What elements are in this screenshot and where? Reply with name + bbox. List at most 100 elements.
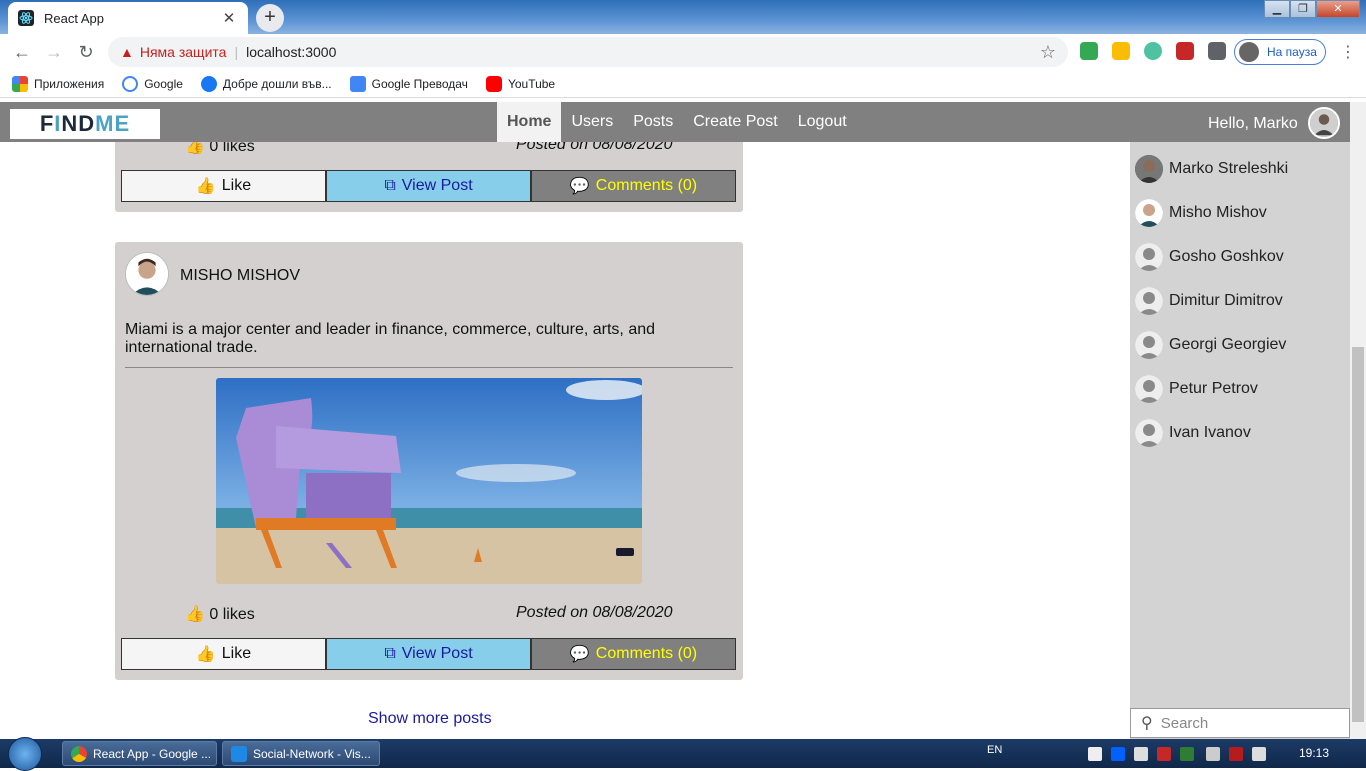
bookmark-facebook[interactable]: Добре дошли във... [200,75,332,92]
bookmark-star-icon[interactable]: ☆ [1040,42,1056,63]
user-avatar[interactable] [1308,107,1340,139]
findme-logo[interactable]: F I ND ME [10,109,160,139]
user-avatar [1135,199,1163,227]
language-indicator[interactable]: EN [987,744,1002,756]
browser-titlebar: React App ✕ + ▁ ❐ ✕ [0,0,1366,34]
taskbar-vscode[interactable]: Social-Network - Vis... [222,741,380,766]
default-avatar-icon [1135,375,1163,403]
minimize-button[interactable]: ▁ [1264,0,1290,18]
extension-calendar-icon[interactable] [1112,42,1130,60]
comments-button[interactable]: 💬 Comments (0) [531,170,736,202]
nav-create-post[interactable]: Create Post [683,102,787,142]
thumbs-up-icon: 👍 [195,646,216,663]
url-text[interactable]: localhost:3000 [246,44,336,60]
scrollbar-thumb[interactable] [1352,347,1364,722]
view-post-button[interactable]: ⧉ View Post [326,170,531,202]
sidebar-user-ivan-ivanov[interactable]: Ivan Ivanov [1135,415,1345,451]
close-icon[interactable]: ✕ [220,9,238,27]
sidebar-user-dimitur-dimitrov[interactable]: Dimitur Dimitrov [1135,283,1345,319]
volume-icon[interactable] [1252,747,1266,761]
post-divider [125,367,733,368]
nav-users[interactable]: Users [561,102,623,142]
forward-icon[interactable]: → [38,42,70,63]
post-card: MISHO MISHOV Miami is a major center and… [115,242,743,680]
browser-menu-icon[interactable]: ⋮ [1340,42,1356,62]
signal-icon[interactable] [1206,747,1220,761]
bookmark-label: Google Преводач [371,76,468,91]
page-scrollbar[interactable] [1350,102,1366,739]
likes-count: 👍 0 likes [185,142,255,156]
extension-target-icon[interactable] [1144,42,1162,60]
post-card: 👍 0 likes Posted on 08/08/2020 👍 Like ⧉ … [115,142,743,212]
sidebar-user-marko-streleshki[interactable]: Marko Streleshki [1135,151,1345,187]
sidebar-user-gosho-goshkov[interactable]: Gosho Goshkov [1135,239,1345,275]
nav-logout[interactable]: Logout [788,102,857,142]
clock[interactable]: 19:13 [1299,746,1329,760]
profile-status: На пауза [1267,45,1317,59]
logo-pin-i: I [54,111,62,136]
nav-home[interactable]: Home [497,102,562,142]
window-controls: ▁ ❐ ✕ [1264,0,1360,18]
tray-network-error-icon[interactable] [1157,747,1171,761]
author-avatar[interactable] [125,252,169,296]
external-link-icon: ⧉ [384,645,396,662]
user-name: Gosho Goshkov [1169,248,1284,265]
thumbs-up-icon: 👍 [195,178,216,195]
post-date: Posted on 08/08/2020 [516,604,673,621]
bookmark-label: Google [144,76,183,91]
like-button[interactable]: 👍 Like [121,638,326,670]
back-icon[interactable]: ← [6,42,38,63]
start-button[interactable] [8,737,42,771]
translate-icon [349,75,366,92]
browser-tab[interactable]: React App ✕ [8,2,248,34]
tray-security-icon[interactable] [1229,747,1243,761]
bookmark-google[interactable]: Google [122,75,183,92]
apps-grid-icon [12,75,28,92]
tray-battery-icon[interactable] [1180,747,1194,761]
google-icon [122,75,139,92]
extensions-puzzle-icon[interactable] [1208,42,1226,60]
view-post-button[interactable]: ⧉ View Post [326,638,531,670]
address-bar[interactable]: ▲ Няма защита | localhost:3000 ☆ [108,37,1068,67]
like-button[interactable]: 👍 Like [121,170,326,202]
nav-links: Home Users Posts Create Post Logout [497,102,857,142]
browser-toolbar: ← → ↻ ▲ Няма защита | localhost:3000 ☆ Н… [0,34,1366,70]
profile-button[interactable]: На пауза [1234,39,1326,65]
profile-avatar [1239,42,1259,62]
post-author[interactable]: MISHO MISHOV [180,267,300,285]
taskbar-chrome[interactable]: React App - Google ... [62,741,217,766]
comments-button[interactable]: 💬 Comments (0) [531,638,736,670]
sidebar-user-petur-petrov[interactable]: Petur Petrov [1135,371,1345,407]
window-close-button[interactable]: ✕ [1316,0,1360,18]
default-avatar-icon [1135,419,1163,447]
tray-app-icon[interactable] [1088,747,1102,761]
reload-icon[interactable]: ↻ [70,42,102,63]
extension-clip-icon[interactable] [1080,42,1098,60]
bookmark-apps[interactable]: Приложения [12,75,104,92]
user-search-input[interactable]: ⚲ Search [1130,708,1350,738]
user-name: Marko Streleshki [1169,160,1289,177]
show-more-posts-link[interactable]: Show more posts [368,710,492,728]
bookmark-label: Добре дошли във... [222,76,332,91]
greeting: Hello, Marko [1208,115,1298,132]
youtube-icon [485,75,502,92]
search-icon: ⚲ [1141,715,1153,732]
nav-posts[interactable]: Posts [623,102,683,142]
chrome-icon [71,745,87,762]
tray-monitor-icon[interactable] [1134,747,1148,761]
search-placeholder: Search [1160,714,1209,732]
extension-red-icon[interactable] [1176,42,1194,60]
maximize-button[interactable]: ❐ [1290,0,1316,18]
sidebar-user-georgi-georgiev[interactable]: Georgi Georgiev [1135,327,1345,363]
new-tab-button[interactable]: + [256,4,284,32]
bookmark-translate[interactable]: Google Преводач [349,75,468,92]
post-actions: 👍 Like ⧉ View Post 💬 Comments (0) [121,170,736,202]
user-name: Petur Petrov [1169,380,1258,397]
sidebar-user-misho-mishov[interactable]: Misho Mishov [1135,195,1345,231]
dropbox-icon[interactable] [1111,747,1125,761]
user-name: Georgi Georgiev [1169,336,1287,353]
vscode-icon [231,745,247,762]
security-label[interactable]: Няма защита [140,44,227,60]
bookmark-youtube[interactable]: YouTube [485,75,555,92]
logo-nd: ND [61,111,96,136]
